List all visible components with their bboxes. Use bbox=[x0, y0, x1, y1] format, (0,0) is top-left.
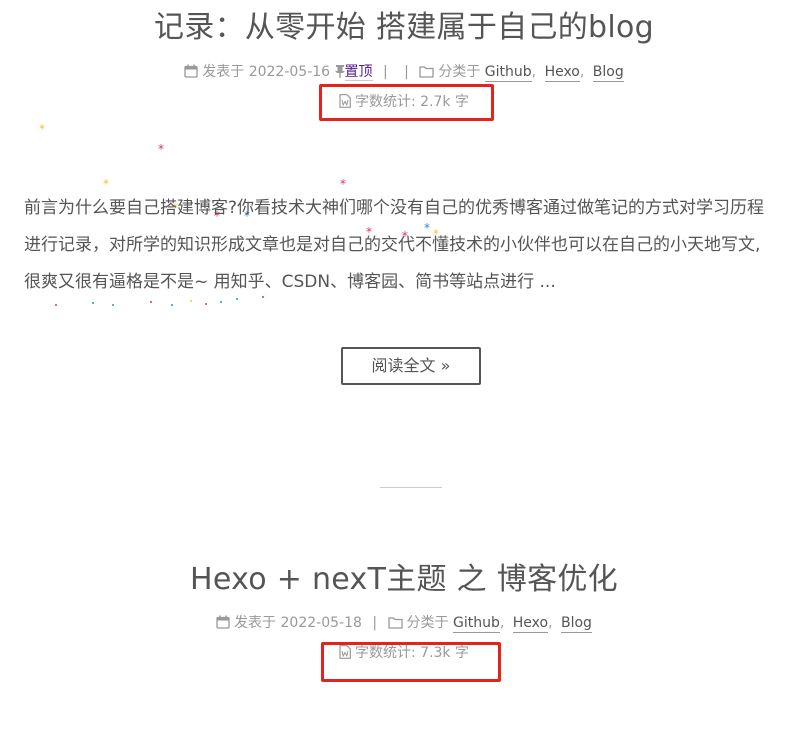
category-link-github[interactable]: Github bbox=[484, 64, 532, 82]
category-link-blog[interactable]: Blog bbox=[592, 64, 624, 82]
post-categories: 分类于 Github, Hexo, Blog bbox=[419, 61, 624, 83]
comma: , bbox=[579, 64, 585, 80]
date-value: 2022-05-16 bbox=[248, 64, 331, 80]
post-2: Hexo + nexT主题 之 博客优化 bbox=[0, 560, 808, 600]
pinned: 置顶 bbox=[334, 61, 373, 83]
confetti-dot bbox=[55, 304, 57, 306]
star-decoration: * bbox=[103, 177, 109, 191]
post-1: 记录：从零开始 搭建属于自己的blog bbox=[0, 8, 808, 48]
date-value: 2022-05-18 bbox=[280, 615, 362, 631]
post-date: 发表于 2022-05-16 bbox=[184, 61, 330, 83]
pin-link[interactable]: 置顶 bbox=[344, 64, 373, 81]
post-date: 发表于 2022-05-18 bbox=[216, 612, 362, 634]
excerpt-line: 进行记录，对所学的知识形成文章也是对自己的交代不懂技术的小伙伴也可以在自己的小天… bbox=[24, 235, 761, 255]
post-meta: 发表于 2022-05-16 置顶 | | 分类于 Github, Hexo, … bbox=[0, 61, 808, 83]
star-decoration: * bbox=[158, 142, 164, 156]
post-meta: 发表于 2022-05-18 | 分类于 Github, Hexo, Blog bbox=[0, 612, 808, 634]
confetti-dot bbox=[92, 302, 94, 304]
post-excerpt: 前言为什么要自己搭建博客?你看技术大神们哪个没有自己的优秀博客通过做笔记的方式对… bbox=[24, 190, 808, 301]
meta-separator: | bbox=[382, 64, 388, 80]
red-highlight-box bbox=[321, 642, 501, 682]
confetti-dot bbox=[205, 303, 207, 305]
post-categories: 分类于 Github, Hexo, Blog bbox=[387, 612, 592, 634]
post-1-meta: 发表于 2022-05-16 置顶 | | 分类于 Github, Hexo, … bbox=[0, 61, 808, 83]
comma: , bbox=[548, 615, 553, 631]
category-label: 分类于 bbox=[406, 615, 449, 631]
confetti-dot bbox=[112, 304, 114, 306]
post-divider bbox=[380, 487, 442, 488]
meta-separator: | bbox=[404, 64, 409, 80]
excerpt-line: 很爽又很有逼格是不是~ 用知乎、CSDN、博客园、简书等站点进行 ... bbox=[24, 272, 556, 292]
category-link-blog[interactable]: Blog bbox=[560, 615, 592, 633]
calendar-icon bbox=[184, 64, 198, 78]
post-2-meta: 发表于 2022-05-18 | 分类于 Github, Hexo, Blog bbox=[0, 612, 808, 634]
meta-separator: | bbox=[372, 615, 378, 631]
category-link-hexo[interactable]: Hexo bbox=[544, 64, 580, 82]
confetti-dot bbox=[150, 301, 152, 303]
category-label: 分类于 bbox=[438, 64, 481, 80]
star-decoration: * bbox=[39, 122, 45, 136]
folder-icon bbox=[387, 617, 403, 629]
posted-label: 发表于 bbox=[234, 615, 277, 631]
confetti-dot bbox=[171, 304, 173, 306]
read-more-button[interactable]: 阅读全文 » bbox=[341, 347, 481, 385]
calendar-icon bbox=[216, 615, 230, 629]
star-decoration: * bbox=[340, 177, 346, 191]
post-title[interactable]: Hexo + nexT主题 之 博客优化 bbox=[0, 560, 808, 600]
comma: , bbox=[531, 64, 537, 80]
confetti-dot bbox=[220, 301, 222, 303]
posted-label: 发表于 bbox=[202, 64, 245, 80]
comma: , bbox=[499, 615, 505, 631]
red-highlight-box bbox=[319, 84, 494, 121]
folder-icon bbox=[419, 66, 434, 78]
post-title[interactable]: 记录：从零开始 搭建属于自己的blog bbox=[0, 8, 808, 48]
category-link-hexo[interactable]: Hexo bbox=[512, 615, 549, 633]
pushpin-icon bbox=[334, 65, 345, 78]
category-link-github[interactable]: Github bbox=[452, 615, 500, 633]
excerpt-line: 前言为什么要自己搭建博客?你看技术大神们哪个没有自己的优秀博客通过做笔记的方式对… bbox=[24, 198, 765, 218]
